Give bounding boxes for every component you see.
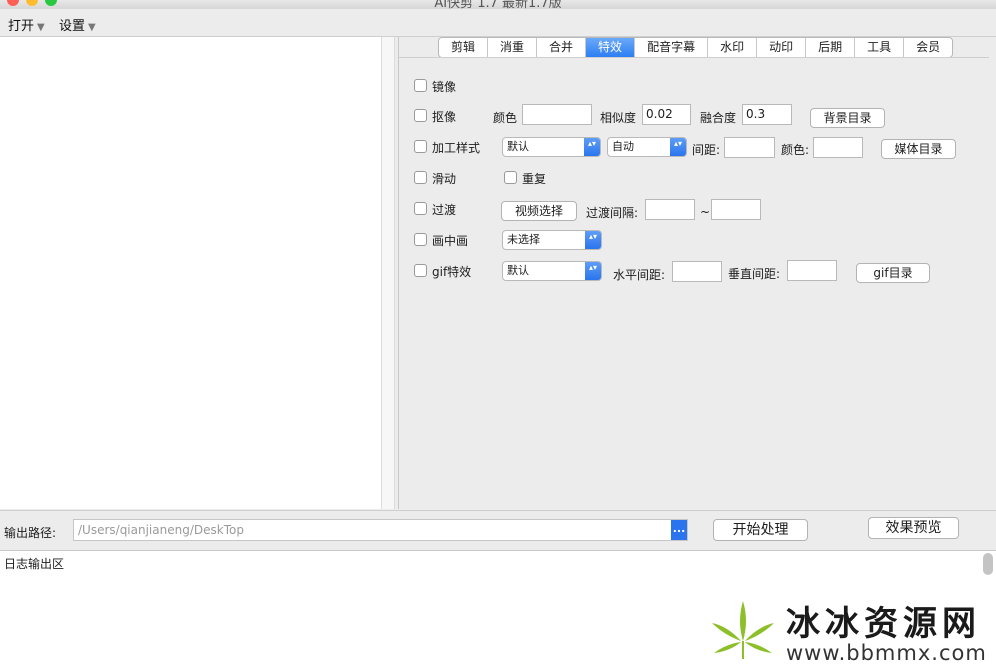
gif-select-value: 默认 [507,264,529,277]
window-titlebar: AI快剪 1.7 最新1.7版 [0,0,996,9]
repeat-label: 重复 [522,172,547,186]
start-processing-button[interactable]: 开始处理 [713,519,808,541]
log-output-label: 日志输出区 [4,557,65,571]
settings-menu-label: 设置 [59,19,86,34]
transition-checkbox[interactable] [414,202,427,215]
pip-select[interactable]: 未选择 ▴▾ [502,230,602,250]
media-dir-button[interactable]: 媒体目录 [881,139,956,159]
style-color-label: 颜色: [781,143,810,157]
style-label: 加工样式 [432,141,481,155]
chevron-down-icon: ▼ [88,22,96,33]
pip-checkbox[interactable] [414,233,427,246]
cannabis-leaf-watermark-icon [712,601,774,659]
menu-bar: 打开 ▼ 设置 ▼ [0,9,996,37]
select-arrows-icon: ▴▾ [584,138,600,156]
transition-interval-label: 过渡间隔: [586,206,639,220]
watermark-title: 冰冰资源网 [786,604,981,644]
style-select[interactable]: 默认 ▴▾ [502,137,601,157]
settings-menu[interactable]: 设置 ▼ [59,15,96,34]
pip-label: 画中画 [432,234,469,248]
blend-label: 融合度 [700,111,737,125]
spacing-field[interactable] [724,137,775,158]
select-arrows-icon: ▴▾ [585,231,601,249]
file-list-scrollbar[interactable] [381,37,395,509]
v-spacing-field[interactable] [787,260,837,281]
gif-dir-button[interactable]: gif目录 [856,263,930,283]
style-select-value: 默认 [507,140,529,153]
open-menu-label: 打开 [8,19,35,34]
keying-label: 抠像 [432,110,457,124]
mirror-checkbox[interactable] [414,79,427,92]
window-title: AI快剪 1.7 最新1.7版 [434,0,562,9]
chevron-down-icon: ▼ [37,22,45,33]
style-color-field[interactable] [813,137,863,158]
mirror-label: 镜像 [432,80,457,94]
gif-label: gif特效 [432,265,472,279]
transition-label: 过渡 [432,203,457,217]
h-spacing-field[interactable] [672,261,722,282]
slide-checkbox[interactable] [414,171,427,184]
tab-8[interactable]: 工具 [855,38,905,57]
watermark-url: www.bbmmx.com [786,641,987,665]
output-path-label: 输出路径: [4,526,57,540]
spacing-label: 间距: [692,143,721,157]
output-path-placeholder: /Users/qianjianeng/DeskTop [78,523,244,537]
video-select-button[interactable]: 视频选择 [501,201,577,221]
keying-color-label: 颜色 [493,111,518,125]
tab-7[interactable]: 后期 [806,38,856,57]
gif-select[interactable]: 默认 ▴▾ [502,261,602,281]
effects-panel: 镜像 抠像 颜色 相似度 0.02 融合度 0.3 背景目录 加工样式 默认 ▴… [399,57,989,507]
blend-field[interactable]: 0.3 [742,104,792,125]
tab-2[interactable]: 合并 [537,38,587,57]
output-path-input[interactable]: /Users/qianjianeng/DeskTop ... [73,519,688,541]
keying-checkbox[interactable] [414,109,427,122]
interval-tilde: ~ [700,205,711,219]
tab-9[interactable]: 会员 [904,38,952,57]
tab-6[interactable]: 动印 [757,38,807,57]
slide-label: 滑动 [432,172,457,186]
effect-preview-button[interactable]: 效果预览 [868,517,959,539]
tab-0[interactable]: 剪辑 [439,38,489,57]
h-spacing-label: 水平间距: [613,268,666,282]
transition-interval-from[interactable] [645,199,695,220]
gif-checkbox[interactable] [414,264,427,277]
pip-select-value: 未选择 [507,233,540,246]
select-arrows-icon: ▴▾ [670,138,686,156]
tab-1[interactable]: 消重 [488,38,538,57]
settings-pane: 剪辑 消重 合并 特效 配音字幕 水印 动印 后期 工具 会员 镜像 抠像 颜色 相似度 0.02… [398,37,996,509]
style-mode-select-value: 自动 [612,140,634,153]
select-arrows-icon: ▴▾ [585,262,601,280]
open-menu[interactable]: 打开 ▼ [8,15,45,34]
log-scrollbar[interactable] [983,553,993,575]
style-mode-select[interactable]: 自动 ▴▾ [607,137,687,157]
repeat-checkbox[interactable] [504,171,517,184]
tab-5[interactable]: 水印 [708,38,758,57]
keying-color-field[interactable] [522,104,592,125]
similarity-label: 相似度 [600,111,637,125]
tab-4[interactable]: 配音字幕 [635,38,709,57]
style-checkbox[interactable] [414,140,427,153]
transition-interval-to[interactable] [711,199,761,220]
output-bar: 输出路径: /Users/qianjianeng/DeskTop ... 开始处… [0,510,996,550]
background-dir-button[interactable]: 背景目录 [810,108,885,128]
tab-3[interactable]: 特效 [586,38,636,57]
v-spacing-label: 垂直间距: [728,267,781,281]
tab-bar: 剪辑 消重 合并 特效 配音字幕 水印 动印 后期 工具 会员 [438,37,954,58]
file-list-pane[interactable] [0,37,381,509]
browse-button[interactable]: ... [671,520,687,540]
similarity-field[interactable]: 0.02 [642,104,691,125]
